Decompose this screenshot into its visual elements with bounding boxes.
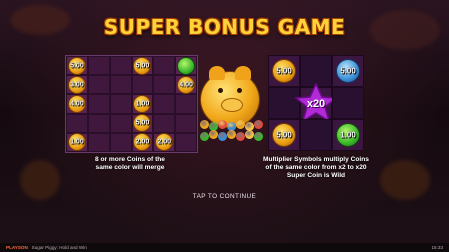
- pile-coin-icon: [236, 132, 245, 141]
- coin-value: 4.00: [70, 100, 84, 108]
- grid-cell: [87, 113, 110, 133]
- grid-cell: [87, 132, 110, 152]
- left-caption-line: 8 or more Coins of the: [95, 156, 165, 163]
- blue-coin-icon: 5.00: [337, 60, 359, 82]
- clock: 15:33: [431, 245, 444, 250]
- grid-cell: [87, 94, 110, 114]
- brand-logo: PLAYSON: [6, 245, 28, 250]
- coin-value: 1.00: [340, 130, 356, 140]
- green-coin-icon: 1.00: [337, 124, 359, 146]
- grid-cell: [153, 94, 176, 114]
- super-bonus-title: SUPER BONUS GAME: [103, 15, 346, 39]
- coin-pile-icon: [196, 116, 266, 144]
- grid-cell: [153, 56, 176, 76]
- grid-cell: [109, 75, 132, 95]
- game-name: Sugar Piggy: Hold and Win: [31, 245, 87, 250]
- left-caption: 8 or more Coins of the same color will m…: [74, 156, 186, 172]
- gold-coin-icon: 4.00: [178, 76, 195, 93]
- pile-coin-icon: [218, 132, 227, 141]
- coin-value: 5.00: [135, 62, 150, 70]
- grid-cell: 5.00: [131, 113, 154, 133]
- gold-coin-icon: 5.00: [134, 57, 151, 74]
- grid-cell: [175, 94, 197, 114]
- pig-eye: [218, 88, 223, 93]
- pile-coin-icon: [254, 120, 263, 129]
- grid-cell: 4.00: [66, 94, 88, 114]
- gold-coin-icon: 4.00: [68, 95, 85, 112]
- left-caption-line: same color will merge: [95, 164, 165, 171]
- pile-coin-icon: [227, 130, 236, 139]
- gold-coin-icon: 5.00: [273, 124, 295, 146]
- coin-value: 5.00: [276, 66, 292, 76]
- status-left: PLAYSON Sugar Piggy: Hold and Win: [6, 245, 87, 250]
- multiplier-grid-cell: x20: [294, 82, 338, 123]
- grid-cell: [153, 75, 176, 95]
- coin-value: 1.00: [135, 100, 150, 108]
- coin-value: 5.00: [340, 66, 356, 76]
- pig-ear: [209, 66, 225, 80]
- grid-cell: [109, 132, 132, 152]
- pile-coin-icon: [245, 130, 254, 139]
- gold-coin-icon: 2.00: [156, 134, 173, 151]
- multiplier-grid-cell: [332, 87, 364, 119]
- grid-cell: 5.00: [66, 56, 88, 76]
- right-caption-line: Multiplier Symbols multiply Coins: [263, 156, 369, 163]
- gold-coin-icon: 5.00: [68, 57, 85, 74]
- gold-coin-icon: 1.00: [68, 134, 85, 151]
- grid-cell: [175, 113, 197, 133]
- pile-coin-icon: [200, 132, 209, 141]
- green-coin-icon: [178, 57, 195, 74]
- right-caption-line: of the same color from x2 to x20: [265, 164, 367, 171]
- pig-eye: [237, 88, 242, 93]
- grid-cell: [175, 132, 197, 152]
- gold-coin-icon: 2.00: [134, 134, 151, 151]
- grid-cell: [87, 56, 110, 76]
- game-screen[interactable]: SUPER BONUS GAME 5.00 5.00 3.00 4.00 4.00 1.0…: [0, 0, 449, 252]
- gold-coin-icon: 1.00: [134, 95, 151, 112]
- grid-cell: 5.00: [131, 56, 154, 76]
- coin-value: 2.00: [135, 138, 150, 146]
- grid-cell: 4.00: [175, 75, 197, 95]
- pile-coin-icon: [200, 120, 209, 129]
- pig-snout: [221, 98, 243, 112]
- multiplier-grid-panel: 5.00 5.00 x20 5.00 1.00: [268, 55, 364, 151]
- grid-cell: [109, 113, 132, 133]
- coin-value: 5.00: [70, 62, 84, 70]
- grid-cell: [131, 75, 154, 95]
- gold-coin-icon: 5.00: [273, 60, 295, 82]
- grid-cell: [153, 113, 176, 133]
- coin-value: 4.00: [179, 81, 193, 89]
- multiplier-value: x20: [306, 97, 326, 110]
- coin-value: 1.00: [70, 138, 84, 146]
- tap-to-continue-button[interactable]: TAP TO CONTINUE: [0, 193, 449, 200]
- multiplier-grid-cell: [300, 119, 332, 151]
- gold-coin-icon: 5.00: [134, 115, 151, 132]
- gold-coin-icon: 3.00: [68, 76, 85, 93]
- grid-cell: 2.00: [131, 132, 154, 152]
- coin-value: 2.00: [157, 138, 172, 146]
- grid-cell: [109, 94, 132, 114]
- grid-cell: 2.00: [153, 132, 176, 152]
- grid-cell: [175, 56, 197, 76]
- multiplier-grid-cell: 1.00: [332, 119, 364, 151]
- grid-cell: 1.00: [131, 94, 154, 114]
- coin-grid-panel: 5.00 5.00 3.00 4.00 4.00 1.00 5.00 1.00 2.00 2.00: [65, 55, 198, 153]
- grid-cell: [87, 75, 110, 95]
- pile-coin-icon: [209, 130, 218, 139]
- multiplier-grid-cell: 5.00: [268, 119, 300, 151]
- grid-cell: 3.00: [66, 75, 88, 95]
- pile-coin-icon: [218, 120, 227, 129]
- pile-coin-icon: [254, 132, 263, 141]
- grid-cell: 1.00: [66, 132, 88, 152]
- grid-cell: [109, 56, 132, 76]
- pig-ear: [235, 66, 251, 80]
- grid-cell: [66, 113, 88, 133]
- coin-value: 5.00: [135, 119, 150, 127]
- coin-value: 3.00: [70, 81, 84, 89]
- pile-coin-icon: [236, 120, 245, 129]
- right-caption-line: Super Coin is Wild: [286, 172, 346, 179]
- coin-value: 5.00: [276, 130, 292, 140]
- status-bar: PLAYSON Sugar Piggy: Hold and Win 15:33: [0, 243, 449, 252]
- right-caption: Multiplier Symbols multiply Coins of the…: [250, 156, 382, 180]
